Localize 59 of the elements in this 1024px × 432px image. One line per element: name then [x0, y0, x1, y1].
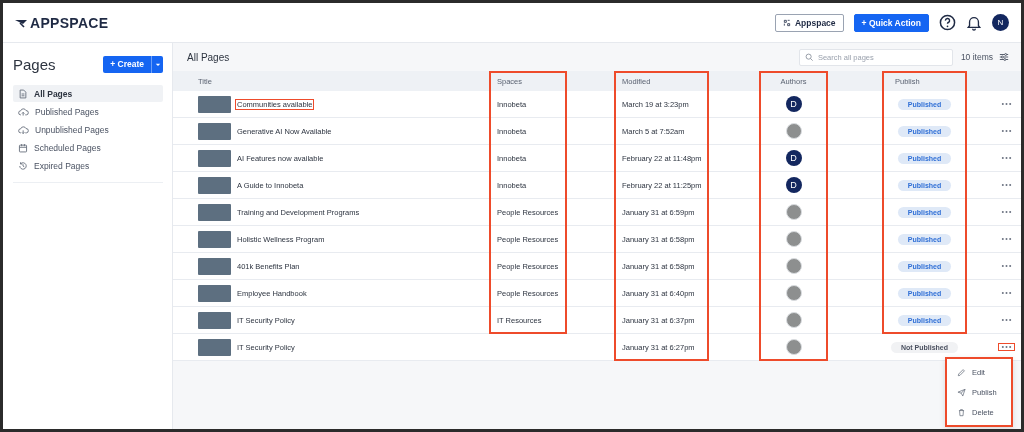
nav-item[interactable]: Unpublished Pages	[13, 121, 163, 138]
quick-action-button[interactable]: + Quick Action	[853, 13, 929, 32]
nav-item[interactable]: Published Pages	[13, 103, 163, 120]
more-icon	[1001, 237, 1012, 241]
appspace-button[interactable]: Appspace	[774, 13, 844, 32]
photo-placeholder	[198, 122, 231, 140]
document-icon	[18, 88, 28, 99]
create-button[interactable]: + Create	[103, 55, 151, 73]
calendar-icon	[18, 142, 28, 153]
avatar-photo-placeholder	[785, 258, 802, 274]
avatar-photo-placeholder	[785, 204, 802, 220]
avatar-photo-placeholder	[785, 231, 802, 247]
author-avatar: D	[785, 96, 802, 112]
search-icon	[804, 52, 813, 61]
photo-placeholder	[198, 311, 231, 329]
more-icon	[1001, 345, 1012, 349]
user-avatar[interactable]: N	[992, 14, 1009, 31]
nav-item[interactable]: All Pages	[13, 85, 163, 102]
more-icon	[1001, 318, 1012, 322]
photo-placeholder	[198, 95, 231, 113]
more-icon	[1001, 264, 1012, 268]
more-icon	[1001, 210, 1012, 214]
photo-placeholder	[198, 230, 231, 248]
help-icon[interactable]	[939, 14, 956, 31]
avatar-photo-placeholder	[785, 123, 802, 139]
nav-item[interactable]: Expired Pages	[13, 157, 163, 174]
history-icon	[18, 160, 28, 171]
bell-icon[interactable]	[966, 14, 982, 31]
caret-icon	[154, 61, 161, 67]
photo-placeholder	[198, 338, 231, 356]
more-icon	[1001, 291, 1012, 295]
more-options-button[interactable]	[998, 343, 1015, 351]
logo-text: APPSPACE	[30, 14, 109, 31]
more-icon	[1001, 102, 1012, 106]
photo-placeholder	[198, 203, 231, 221]
author-avatar: D	[785, 150, 802, 166]
paper-plane-icon	[957, 387, 966, 397]
grid-icon	[782, 18, 791, 27]
more-icon	[1001, 156, 1012, 160]
photo-placeholder	[198, 257, 231, 275]
sidebar-title: Pages	[13, 55, 56, 73]
photo-placeholder	[198, 176, 231, 194]
photo-placeholder	[198, 284, 231, 302]
cloud-download-icon	[18, 124, 29, 135]
nav-item[interactable]: Scheduled Pages	[13, 139, 163, 156]
avatar-photo-placeholder	[785, 339, 802, 355]
filter-icon[interactable]	[999, 52, 1009, 62]
item-count: 10 items	[960, 52, 993, 62]
trash-icon	[957, 407, 966, 417]
avatar-photo-placeholder	[785, 312, 802, 328]
avatar-photo-placeholder	[785, 285, 802, 301]
author-avatar: D	[785, 177, 802, 193]
cloud-upload-icon	[18, 106, 29, 117]
photo-placeholder	[198, 149, 231, 167]
create-dropdown-button[interactable]	[151, 55, 163, 73]
more-icon	[1001, 129, 1012, 133]
content-title: All Pages	[187, 51, 231, 63]
pencil-icon	[957, 367, 966, 377]
more-icon	[1001, 183, 1012, 187]
